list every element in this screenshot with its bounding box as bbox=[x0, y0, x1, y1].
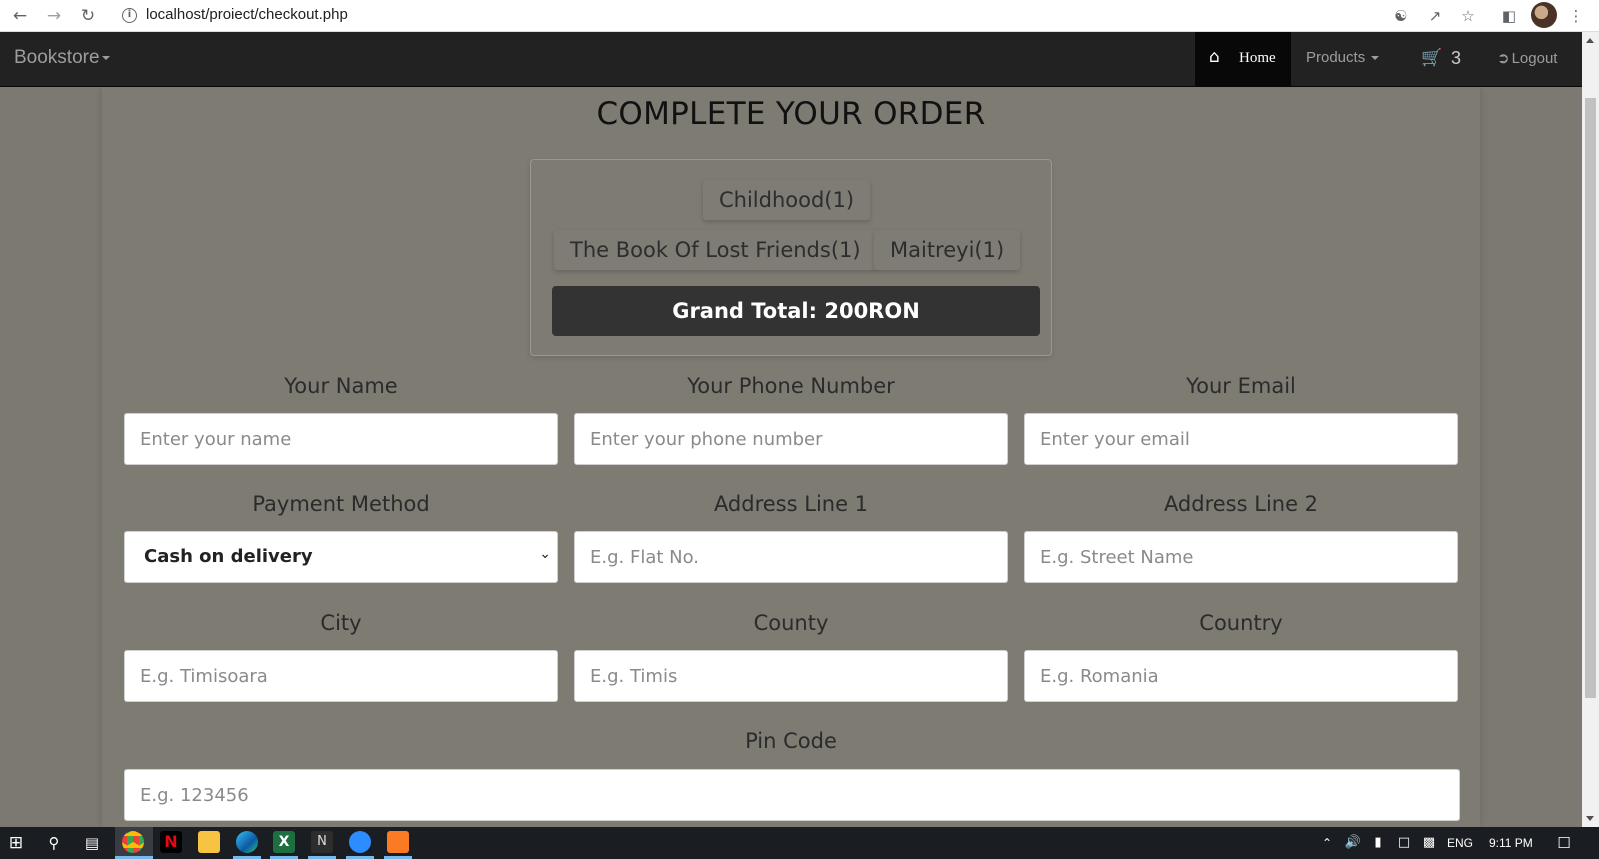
city-input[interactable] bbox=[124, 650, 558, 702]
nav-products-label: Products bbox=[1306, 49, 1366, 66]
scroll-down-icon[interactable] bbox=[1586, 816, 1594, 821]
zoom-app-icon[interactable] bbox=[349, 831, 371, 853]
forward-arrow-icon[interactable]: → bbox=[42, 4, 66, 28]
brand-label: Bookstore bbox=[14, 47, 100, 68]
side-panel-icon[interactable]: ◧ bbox=[1497, 4, 1521, 28]
bookmark-star-icon[interactable]: ☆ bbox=[1456, 4, 1480, 28]
site-navbar: Bookstore ⌂ Home Products 🛒 3 ➲ Logout bbox=[0, 32, 1582, 87]
reload-icon[interactable]: ↻ bbox=[76, 4, 100, 28]
xampp-app-icon[interactable] bbox=[387, 831, 409, 853]
profile-avatar[interactable] bbox=[1531, 2, 1557, 28]
phone-label: Your Phone Number bbox=[687, 374, 895, 398]
page-title: COMPLETE YOUR ORDER bbox=[596, 96, 986, 132]
email-input[interactable] bbox=[1024, 413, 1458, 465]
notifications-icon[interactable]: ☐ bbox=[1552, 831, 1576, 855]
netflix-app-icon[interactable]: N bbox=[160, 831, 182, 853]
back-arrow-icon[interactable]: ← bbox=[8, 4, 32, 28]
home-icon: ⌂ bbox=[1209, 47, 1220, 67]
edge-app-icon[interactable] bbox=[236, 831, 258, 853]
name-label: Your Name bbox=[284, 374, 398, 398]
grand-total: Grand Total: 200RON bbox=[552, 286, 1040, 336]
nav-logout-label: Logout bbox=[1511, 50, 1558, 67]
nav-products-dropdown[interactable]: Products bbox=[1306, 49, 1380, 66]
page-content: COMPLETE YOUR ORDER Childhood(1) The Boo… bbox=[0, 88, 1582, 827]
windows-taskbar: ⊞ ⚲ ▤ N X N ⌃ 🔊 ▮ □ ▩ ENG 9:11 PM ☐ bbox=[0, 827, 1599, 859]
brand-dropdown[interactable]: Bookstore bbox=[14, 47, 110, 69]
taskbar-clock[interactable]: 9:11 PM bbox=[1489, 836, 1533, 850]
caret-down-icon bbox=[101, 55, 110, 60]
cart-count: 3 bbox=[1451, 48, 1462, 68]
nav-home-link[interactable]: ⌂ Home bbox=[1195, 32, 1291, 86]
site-info-icon[interactable]: i bbox=[122, 8, 137, 23]
language-indicator[interactable]: ENG bbox=[1447, 836, 1473, 850]
order-item: The Book Of Lost Friends(1) bbox=[554, 230, 877, 270]
logout-icon: ➲ bbox=[1497, 50, 1510, 67]
chevron-up-icon[interactable]: ⌃ bbox=[1315, 831, 1339, 855]
chrome-app-icon[interactable] bbox=[122, 831, 144, 853]
name-input[interactable] bbox=[124, 413, 558, 465]
notion-app-icon[interactable]: N bbox=[311, 831, 333, 853]
share-icon[interactable]: ↗ bbox=[1423, 4, 1447, 28]
network-icon[interactable]: ▩ bbox=[1417, 831, 1441, 855]
county-label: County bbox=[753, 611, 829, 635]
address-bar[interactable]: i localhost/proiect/checkout.php bbox=[112, 2, 1380, 30]
order-item: Childhood(1) bbox=[703, 180, 871, 220]
payment-method-value: Cash on delivery bbox=[144, 546, 313, 567]
task-view-icon[interactable]: ▤ bbox=[80, 831, 104, 855]
pin-code-input[interactable] bbox=[124, 769, 1460, 821]
shopping-cart-icon: 🛒 bbox=[1421, 48, 1443, 68]
url-text[interactable]: localhost/proiect/checkout.php bbox=[146, 6, 348, 23]
order-item: Maitreyi(1) bbox=[874, 230, 1021, 270]
order-summary: Childhood(1) The Book Of Lost Friends(1)… bbox=[530, 159, 1052, 356]
city-label: City bbox=[320, 611, 362, 635]
country-input[interactable] bbox=[1024, 650, 1458, 702]
county-input[interactable] bbox=[574, 650, 1008, 702]
meet-now-icon[interactable]: □ bbox=[1392, 831, 1416, 855]
scroll-thumb[interactable] bbox=[1585, 98, 1596, 698]
country-label: Country bbox=[1199, 611, 1283, 635]
caret-down-icon bbox=[1371, 56, 1380, 61]
browser-toolbar: ← → ↻ i localhost/proiect/checkout.php ☯… bbox=[0, 0, 1599, 32]
battery-icon[interactable]: ▮ bbox=[1366, 831, 1390, 855]
browser-menu-icon[interactable]: ⋮ bbox=[1564, 4, 1588, 28]
address-line-1-label: Address Line 1 bbox=[713, 492, 869, 516]
scroll-up-icon[interactable] bbox=[1586, 38, 1594, 43]
nav-home-label: Home bbox=[1239, 50, 1276, 66]
payment-method-select[interactable]: Cash on delivery ⌄ bbox=[124, 531, 558, 583]
pin-code-label: Pin Code bbox=[745, 729, 837, 753]
address-line-2-input[interactable] bbox=[1024, 531, 1458, 583]
excel-app-icon[interactable]: X bbox=[273, 831, 295, 853]
windows-start-icon[interactable]: ⊞ bbox=[4, 831, 28, 855]
volume-icon[interactable]: 🔊 bbox=[1341, 831, 1365, 855]
checkout-container: COMPLETE YOUR ORDER Childhood(1) The Boo… bbox=[102, 88, 1480, 827]
email-label: Your Email bbox=[1186, 374, 1296, 398]
nav-logout-link[interactable]: ➲ Logout bbox=[1497, 49, 1557, 67]
file-explorer-icon[interactable] bbox=[198, 831, 220, 853]
translate-icon[interactable]: ☯ bbox=[1389, 4, 1413, 28]
address-line-1-input[interactable] bbox=[574, 531, 1008, 583]
address-line-2-label: Address Line 2 bbox=[1163, 492, 1319, 516]
phone-input[interactable] bbox=[574, 413, 1008, 465]
chevron-down-icon: ⌄ bbox=[539, 546, 551, 562]
payment-method-label: Payment Method bbox=[252, 492, 430, 516]
page-scrollbar[interactable] bbox=[1582, 32, 1599, 827]
search-icon[interactable]: ⚲ bbox=[42, 831, 66, 855]
